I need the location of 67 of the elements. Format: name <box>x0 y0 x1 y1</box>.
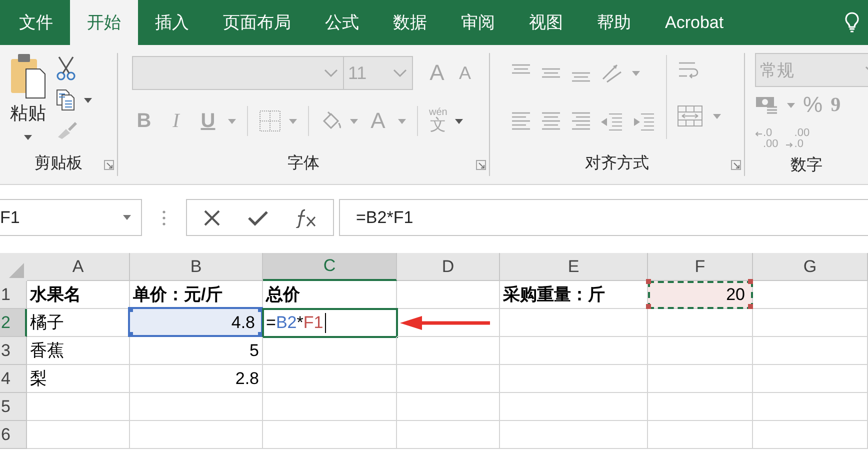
table-cell: 2.8 <box>130 365 263 393</box>
column-header[interactable]: D <box>397 253 500 281</box>
dialog-launcher-icon[interactable] <box>104 160 114 170</box>
group-label: 对齐方式 <box>585 154 649 174</box>
table-cell: 水果名 <box>27 281 130 309</box>
insert-function-icon[interactable] <box>295 208 317 228</box>
row-header[interactable]: 3 <box>0 337 27 365</box>
cell-editor[interactable]: =B2*F1 <box>263 309 397 337</box>
group-label: 字体 <box>288 154 320 174</box>
fill-bucket-icon[interactable] <box>320 110 342 132</box>
row-header[interactable]: 5 <box>0 393 27 421</box>
currency-icon[interactable] <box>755 94 779 116</box>
row-header[interactable]: 6 <box>0 421 27 449</box>
align-right-icon[interactable] <box>570 110 592 132</box>
column-header[interactable]: E <box>500 253 648 281</box>
paintbrush-icon[interactable] <box>56 119 78 139</box>
name-box[interactable]: F1 <box>0 199 142 236</box>
group-label: 剪贴板 <box>34 154 82 174</box>
dropdown-caret-icon[interactable] <box>455 118 464 124</box>
ribbon-tab[interactable]: Acrobat <box>648 0 741 45</box>
table-cell: 香蕉 <box>27 337 130 365</box>
table-cell: 5 <box>130 337 263 365</box>
column-header[interactable]: B <box>130 253 263 281</box>
column-header[interactable]: F <box>648 253 753 281</box>
column-header[interactable]: G <box>753 253 868 281</box>
ribbon-tab[interactable]: 审阅 <box>444 0 512 45</box>
copy-icon[interactable] <box>56 89 76 111</box>
ribbon-tab[interactable]: 帮助 <box>580 0 648 45</box>
cell-formula: =B2*F1 <box>266 312 326 332</box>
cancel-icon[interactable] <box>203 208 221 226</box>
align-left-icon[interactable] <box>510 110 532 132</box>
lightbulb-icon[interactable] <box>844 11 860 33</box>
ribbon-tab[interactable]: 文件 <box>2 0 70 45</box>
formula-input[interactable]: =B2*F1 <box>339 199 868 236</box>
table-cell: 4.8 <box>231 312 255 332</box>
row-header[interactable]: 1 <box>0 281 27 309</box>
ribbon-tab[interactable]: 开始 <box>70 0 138 45</box>
arrow-icon <box>755 130 762 136</box>
column-header[interactable]: C <box>263 253 397 281</box>
table-cell: 总价 <box>263 281 397 309</box>
select-all-corner[interactable] <box>0 253 27 281</box>
ribbon-tab[interactable]: 页面布局 <box>206 0 308 45</box>
align-center-icon[interactable] <box>540 110 562 132</box>
merge-cells-icon[interactable] <box>677 105 703 127</box>
table-cell: 梨 <box>27 365 130 393</box>
dialog-launcher-icon[interactable] <box>476 160 486 170</box>
arrow-icon <box>786 142 794 148</box>
clipboard-icon <box>10 53 46 99</box>
table-cell: 20 <box>726 284 745 304</box>
paste-button[interactable]: 粘贴 <box>6 53 50 150</box>
borders-icon[interactable] <box>259 110 281 132</box>
dropdown-caret-icon[interactable] <box>84 98 92 102</box>
row-header[interactable]: 2 <box>0 309 27 337</box>
ribbon-tab[interactable]: 公式 <box>308 0 376 45</box>
row-header[interactable]: 4 <box>0 365 27 393</box>
checkmark-icon[interactable] <box>247 208 269 226</box>
group-label: 数字 <box>790 156 822 176</box>
dropdown-caret-icon <box>24 135 32 140</box>
column-header[interactable]: A <box>27 253 130 281</box>
drag-handle-icon <box>162 210 166 226</box>
scissors-icon[interactable] <box>56 55 76 81</box>
text-orientation-icon[interactable] <box>600 62 624 84</box>
dropdown-caret-icon <box>123 215 131 220</box>
dialog-launcher-icon[interactable] <box>731 160 741 170</box>
ribbon-tab[interactable]: 插入 <box>138 0 206 45</box>
ribbon-tab[interactable]: 数据 <box>376 0 444 45</box>
ribbon-tab[interactable]: 视图 <box>512 0 580 45</box>
